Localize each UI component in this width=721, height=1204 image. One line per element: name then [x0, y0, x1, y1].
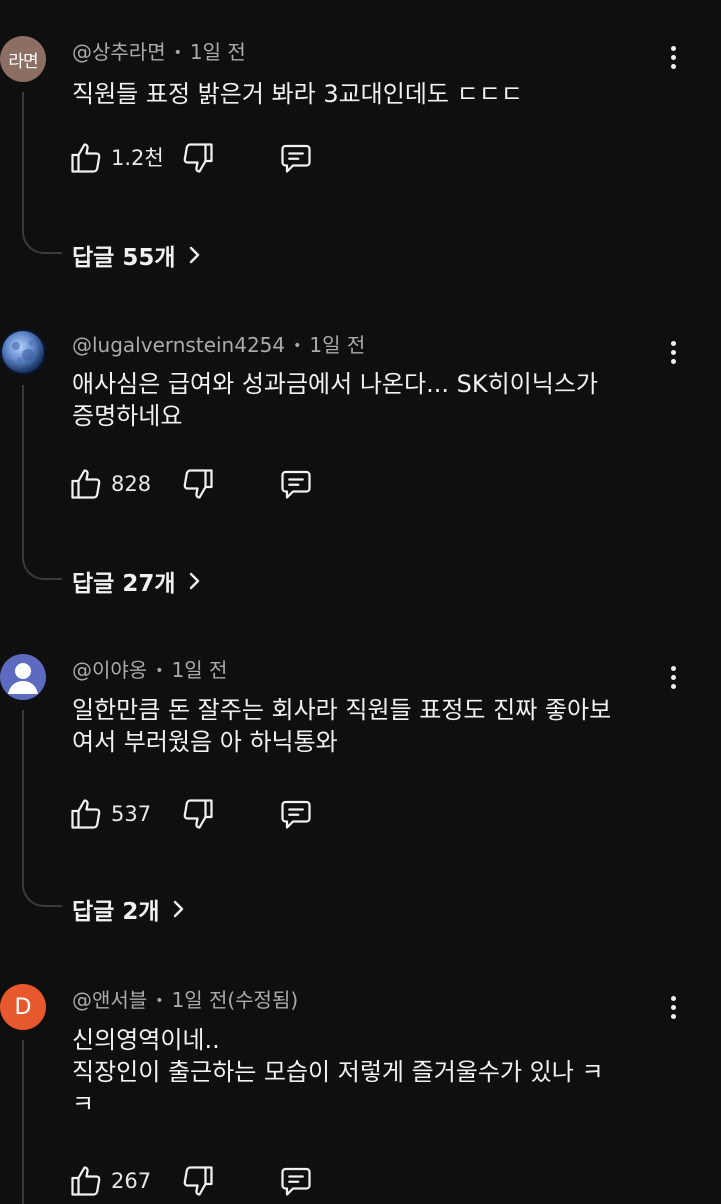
- author-handle[interactable]: @이야옹: [72, 658, 147, 682]
- separator-dot: •: [155, 663, 164, 679]
- comment-meta: @앤서블 • 1일 전(수정됨): [72, 984, 298, 1013]
- thumbs-down-icon: [183, 143, 213, 173]
- like-button[interactable]: [68, 464, 104, 504]
- separator-dot: •: [155, 993, 164, 1009]
- comment-actions: 267: [68, 1161, 368, 1201]
- replies-label: 답글 27개: [72, 571, 176, 597]
- comment-text: 일한만큼 돈 잘주는 회사라 직원들 표정도 진짜 좋아보 여서 부러웠음 아 …: [72, 696, 612, 756]
- comment-meta: @이야옹 • 1일 전: [72, 654, 227, 683]
- more-vertical-icon[interactable]: [662, 40, 684, 74]
- avatar[interactable]: 라면: [0, 36, 46, 82]
- view-replies-button[interactable]: 답글 27개: [72, 564, 202, 598]
- comment-reply-icon: [281, 470, 311, 499]
- like-button[interactable]: [68, 138, 104, 178]
- like-button[interactable]: [68, 794, 104, 834]
- like-button[interactable]: [68, 1161, 104, 1201]
- dislike-button[interactable]: [180, 794, 216, 834]
- thread-line: [22, 1040, 24, 1204]
- thumbs-up-icon: [71, 799, 101, 829]
- separator-dot: •: [173, 45, 182, 61]
- author-handle[interactable]: @상추라면: [72, 40, 166, 64]
- comment-meta: @lugalvernstein4254 • 1일 전: [72, 329, 365, 358]
- like-count: 828: [111, 472, 152, 496]
- thumbs-up-icon: [71, 1166, 101, 1196]
- thread-curve: [22, 885, 62, 907]
- comment-reply-icon: [281, 1167, 311, 1196]
- reply-button[interactable]: [278, 138, 314, 178]
- separator-dot: •: [293, 338, 302, 354]
- thumbs-down-icon: [183, 469, 213, 499]
- reply-button[interactable]: [278, 1161, 314, 1201]
- thumbs-up-icon: [71, 469, 101, 499]
- thumbs-down-icon: [183, 1166, 213, 1196]
- view-replies-button[interactable]: 답글 2개: [72, 892, 186, 926]
- avatar[interactable]: D: [0, 984, 46, 1030]
- like-count: 537: [111, 802, 152, 826]
- thread-line: [22, 710, 24, 885]
- more-vertical-icon[interactable]: [662, 660, 684, 694]
- comment-text: 직원들 표정 밝은거 봐라 3교대인데도 ㄷㄷㄷ: [72, 80, 523, 108]
- chevron-right-icon: [189, 246, 199, 264]
- dislike-button[interactable]: [180, 1161, 216, 1201]
- moon-avatar[interactable]: [0, 329, 46, 375]
- thread-line: [22, 92, 24, 232]
- comment-actions: 828: [68, 464, 368, 504]
- comment-reply-icon: [281, 800, 311, 829]
- comment-actions: 1.2천: [68, 138, 368, 178]
- comment-time[interactable]: 1일 전: [309, 333, 365, 357]
- dislike-button[interactable]: [180, 138, 216, 178]
- thread-line: [22, 385, 24, 558]
- comment-time[interactable]: 1일 전: [171, 658, 227, 682]
- dislike-button[interactable]: [180, 464, 216, 504]
- more-vertical-icon[interactable]: [662, 990, 684, 1024]
- thumbs-down-icon: [183, 799, 213, 829]
- comment-text: 애사심은 급여와 성과금에서 나온다... SK히이닉스가 증명하네요: [72, 370, 598, 430]
- author-handle[interactable]: @lugalvernstein4254: [72, 333, 285, 357]
- view-replies-button[interactable]: 답글 55개: [72, 238, 202, 272]
- like-count: 1.2천: [111, 146, 164, 170]
- comment-meta: @상추라면 • 1일 전: [72, 36, 246, 65]
- comment-text: 신의영역이네.. 직장인이 출근하는 모습이 저렇게 즐거울수가 있나 ㅋ ㅋ: [72, 1026, 604, 1118]
- default-user-avatar[interactable]: [0, 654, 46, 700]
- chevron-right-icon: [173, 900, 183, 918]
- comment-time[interactable]: 1일 전(수정됨): [171, 988, 298, 1012]
- chevron-right-icon: [189, 572, 199, 590]
- like-count: 267: [111, 1169, 152, 1193]
- replies-label: 답글 2개: [72, 899, 160, 925]
- reply-button[interactable]: [278, 794, 314, 834]
- comment-time[interactable]: 1일 전: [190, 40, 246, 64]
- thread-curve: [22, 558, 62, 580]
- thumbs-up-icon: [71, 143, 101, 173]
- reply-button[interactable]: [278, 464, 314, 504]
- comment-reply-icon: [281, 144, 311, 173]
- more-vertical-icon[interactable]: [662, 335, 684, 369]
- author-handle[interactable]: @앤서블: [72, 988, 147, 1012]
- thread-curve: [22, 232, 62, 254]
- replies-label: 답글 55개: [72, 245, 176, 271]
- comment-actions: 537: [68, 794, 368, 834]
